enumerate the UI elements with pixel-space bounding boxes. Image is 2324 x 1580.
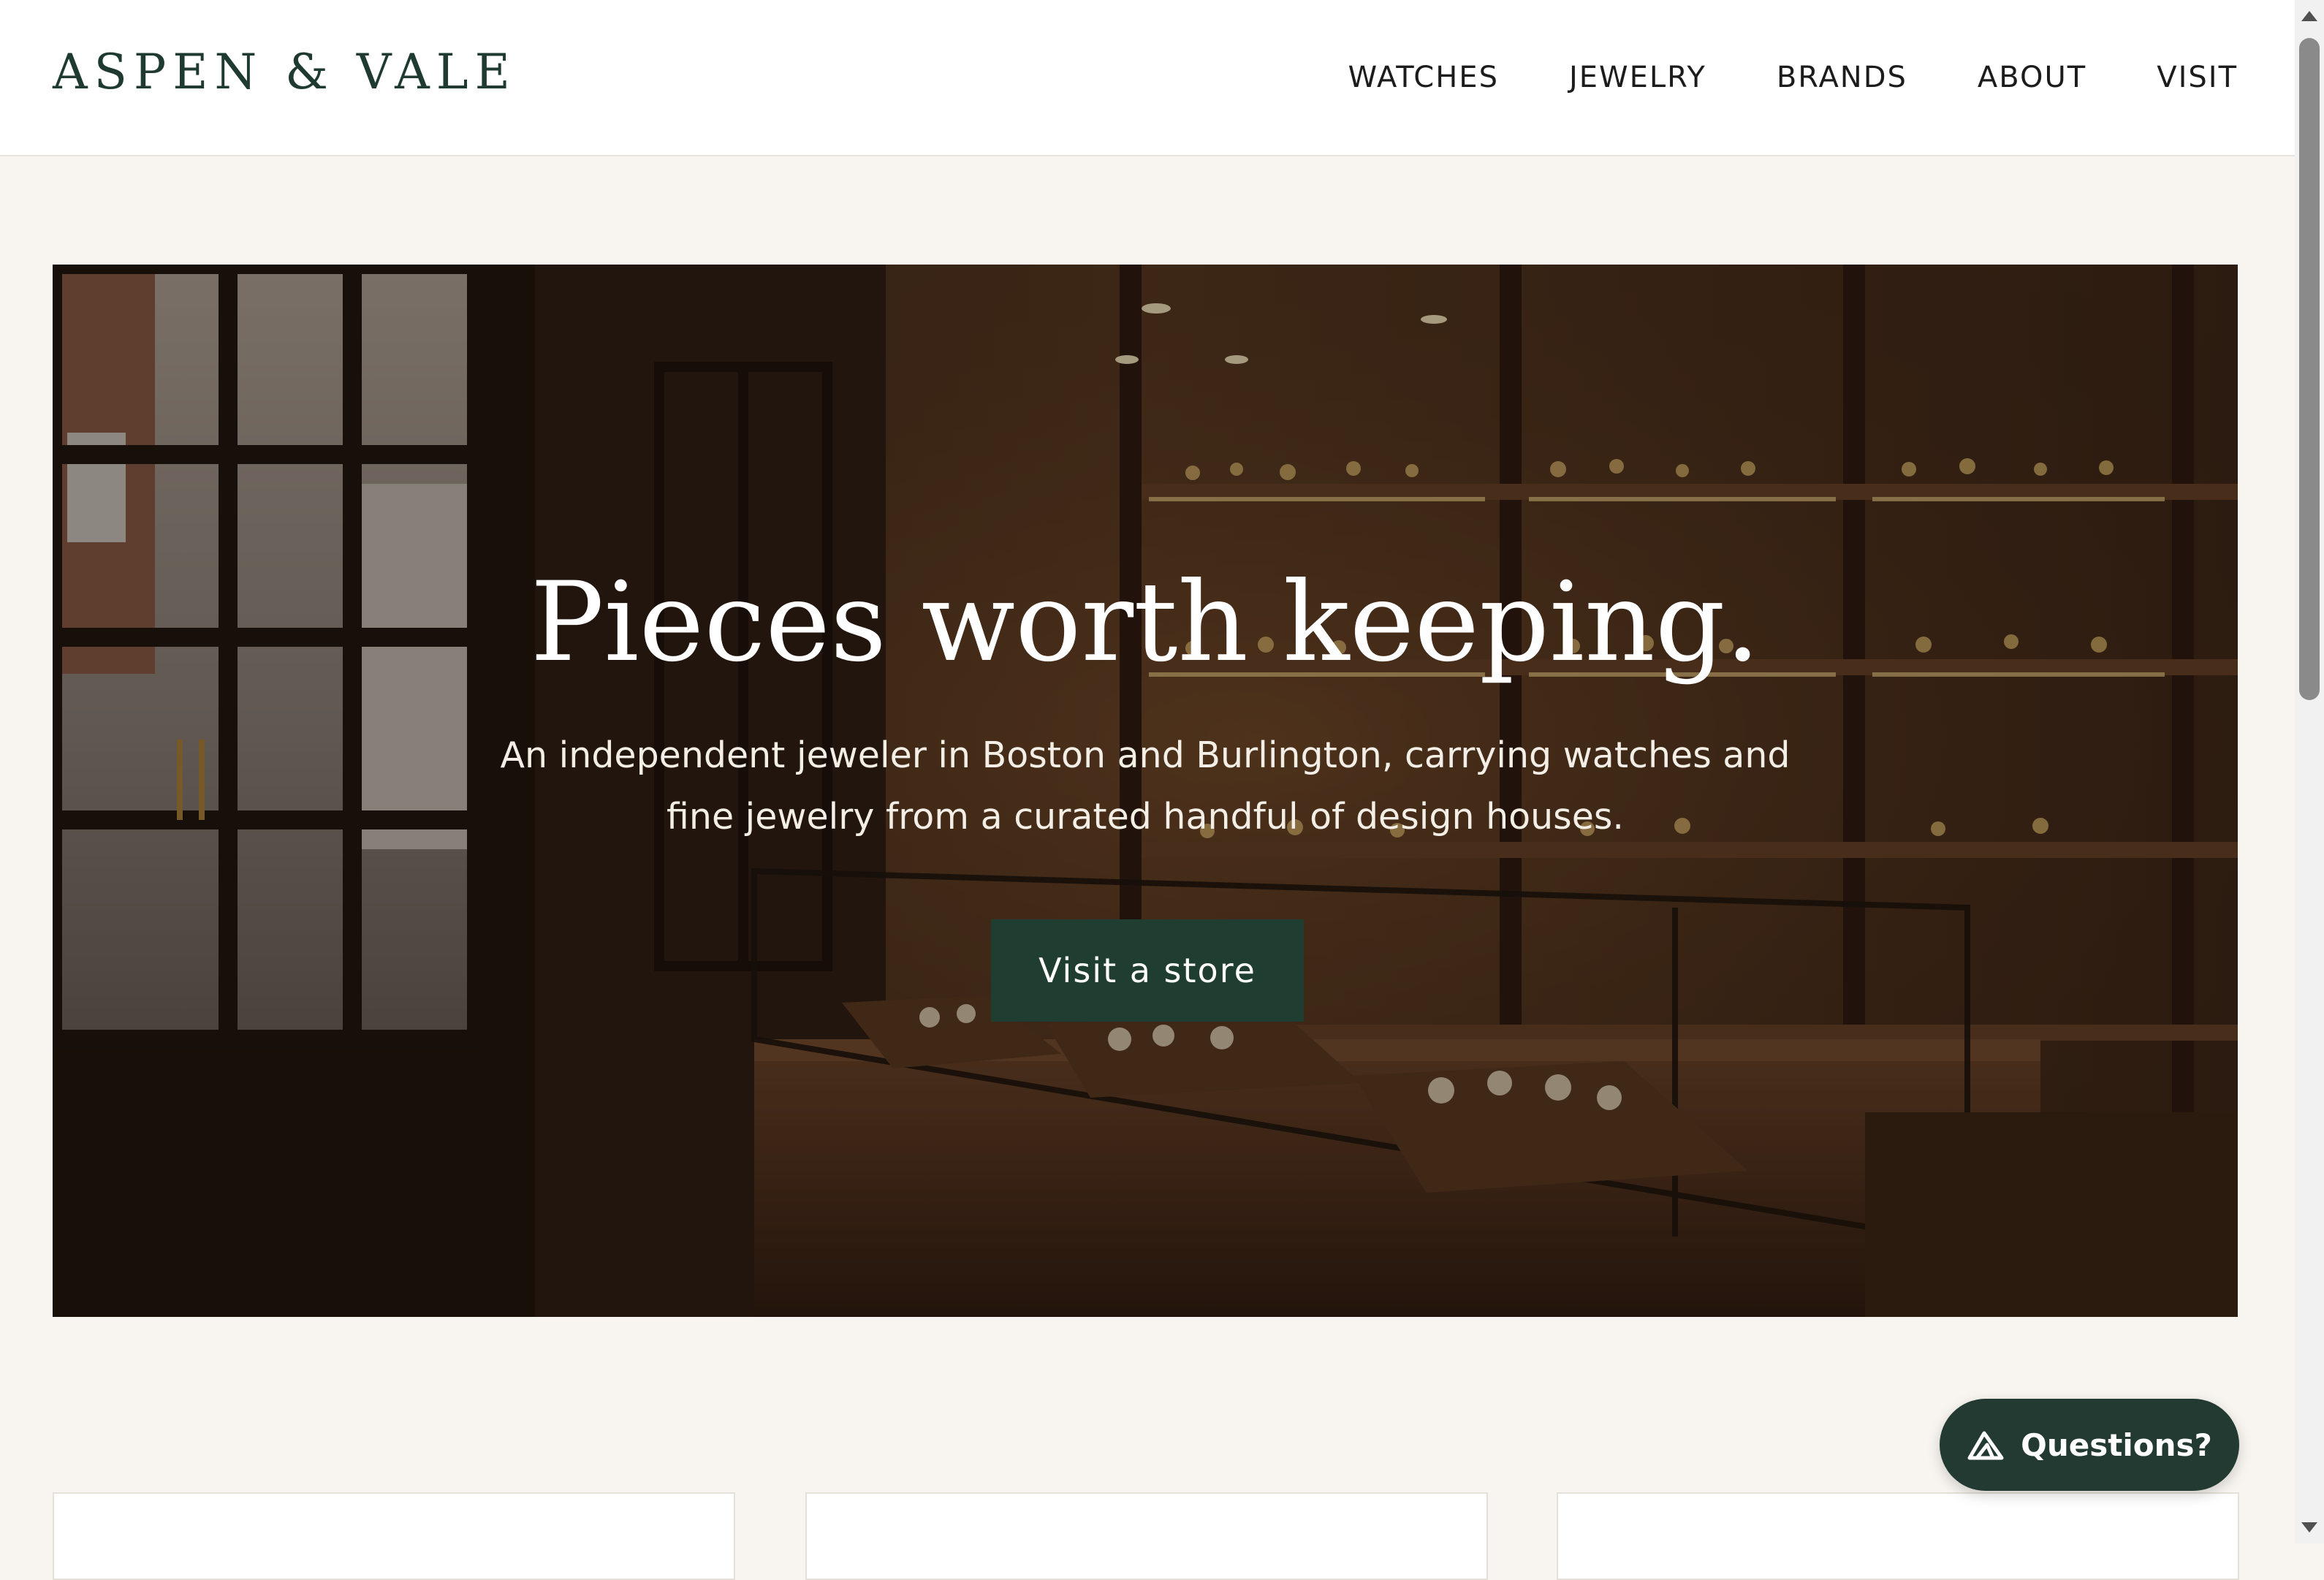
nav-item-brands[interactable]: BRANDS (1777, 63, 1907, 92)
scroll-down-arrow-icon[interactable] (2295, 1514, 2324, 1541)
nav-item-watches[interactable]: WATCHES (1348, 63, 1499, 92)
visit-store-button[interactable]: Visit a store (991, 919, 1304, 1022)
feature-card-3[interactable] (1557, 1492, 2239, 1580)
mountain-logo-icon (1967, 1429, 2005, 1461)
nav-item-about[interactable]: ABOUT (1978, 63, 2086, 92)
scrollbar-thumb[interactable] (2299, 38, 2320, 700)
feature-card-1[interactable] (53, 1492, 735, 1580)
vertical-scrollbar[interactable] (2295, 0, 2324, 1543)
brand-logo[interactable]: ASPEN & VALE (53, 48, 517, 96)
questions-chat-label: Questions? (2021, 1427, 2212, 1463)
main-nav: WATCHES JEWELRY BRANDS ABOUT VISIT (1348, 63, 2238, 92)
nav-item-visit[interactable]: VISIT (2157, 63, 2238, 92)
scroll-up-arrow-icon[interactable] (2295, 3, 2324, 29)
feature-card-2[interactable] (805, 1492, 1488, 1580)
site-header: ASPEN & VALE WATCHES JEWELRY BRANDS ABOU… (0, 0, 2295, 156)
hero-section: Pieces worth keeping. An independent jew… (53, 265, 2238, 1317)
nav-item-jewelry[interactable]: JEWELRY (1569, 63, 1706, 92)
hero-subtitle: An independent jeweler in Boston and Bur… (500, 734, 1791, 838)
questions-chat-button[interactable]: Questions? (1940, 1399, 2239, 1491)
hero-title: Pieces worth keeping. (530, 559, 1761, 686)
